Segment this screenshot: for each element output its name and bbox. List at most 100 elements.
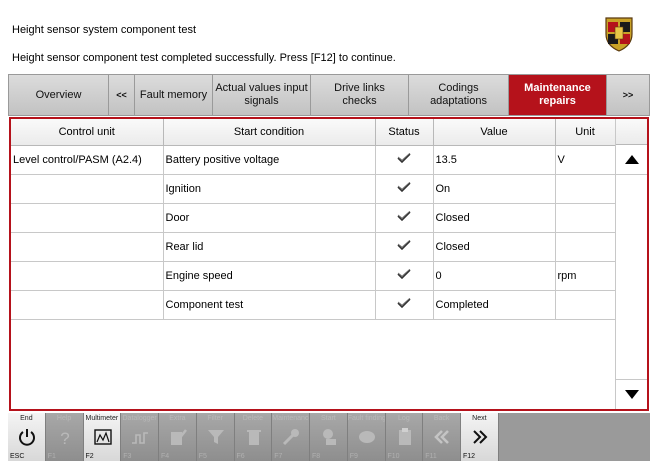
multimeter-icon bbox=[93, 427, 113, 447]
porsche-crest-logo bbox=[605, 17, 633, 52]
cell-control-unit: Level control/PASM (A2.4) bbox=[11, 145, 164, 175]
cell-status bbox=[375, 232, 434, 262]
fkey-shortcut: F1 bbox=[47, 453, 56, 460]
table-row[interactable]: Engine speed 0 rpm bbox=[11, 261, 616, 291]
tab-scroll-right[interactable]: >> bbox=[607, 75, 649, 115]
fkey-shortcut: F10 bbox=[387, 453, 400, 460]
clipboard-icon bbox=[395, 427, 415, 447]
fkey-f8: Start F8 bbox=[310, 413, 348, 461]
column-header-value: Value bbox=[433, 119, 556, 146]
cell-status bbox=[375, 290, 434, 320]
back-icon bbox=[432, 427, 452, 447]
table-row[interactable]: Door Closed bbox=[11, 203, 616, 233]
fkey-label: Maintenance bbox=[272, 415, 310, 422]
checkmark-icon bbox=[397, 211, 411, 221]
navigation-tabs: Overview << Fault memory Actual values i… bbox=[8, 74, 650, 116]
fkey-shortcut: F5 bbox=[198, 453, 207, 460]
fkey-f2[interactable]: Multimeter F2 bbox=[83, 413, 122, 461]
cell-status bbox=[375, 145, 434, 175]
tab-actual-values[interactable]: Actual values input signals bbox=[213, 75, 311, 115]
column-header-control-unit: Control unit bbox=[11, 119, 164, 146]
fkey-f4: Extra F4 bbox=[159, 413, 197, 461]
status-message: Height sensor component test completed s… bbox=[12, 52, 396, 64]
fkey-label: Filter bbox=[207, 415, 223, 422]
fkey-f5: Filter F5 bbox=[196, 413, 235, 461]
cell-start-condition: Rear lid bbox=[163, 232, 376, 262]
results-panel: Control unit Start condition Status Valu… bbox=[9, 117, 649, 411]
checkmark-icon bbox=[397, 240, 411, 250]
checkmark-icon bbox=[397, 182, 411, 192]
table-row[interactable]: Component test Completed bbox=[11, 290, 616, 320]
fkey-label: Datalogger bbox=[122, 415, 157, 422]
cell-start-condition: Ignition bbox=[163, 174, 376, 204]
fkey-label: Help bbox=[56, 415, 72, 422]
notepad-icon bbox=[168, 427, 188, 447]
tab-overview[interactable]: Overview bbox=[9, 75, 109, 115]
vertical-scrollbar[interactable] bbox=[615, 119, 647, 409]
svg-text:?: ? bbox=[60, 429, 69, 447]
function-key-bar: End ESC Help? F1 Multimeter F2 Datalogger F3 Ext… bbox=[8, 413, 650, 461]
cell-value: Closed bbox=[433, 203, 556, 233]
checkmark-icon bbox=[397, 269, 411, 279]
tab-scroll-left[interactable]: << bbox=[109, 75, 135, 115]
wrench-icon bbox=[281, 427, 301, 447]
scroll-down-button[interactable] bbox=[616, 379, 647, 409]
fkey-label: Fault finding bbox=[347, 415, 386, 422]
tab-maintenance[interactable]: Maintenance repairs bbox=[509, 75, 607, 115]
fault-finding-icon bbox=[357, 427, 377, 447]
checkmark-icon bbox=[397, 298, 411, 308]
fkey-f12[interactable]: Next F12 bbox=[461, 413, 499, 461]
fkey-label: Next bbox=[472, 415, 487, 422]
page-title: Height sensor system component test bbox=[12, 24, 197, 36]
cell-start-condition: Component test bbox=[163, 290, 376, 320]
fkey-shortcut: F2 bbox=[85, 453, 94, 460]
cell-control-unit bbox=[11, 261, 164, 291]
tab-drive-links[interactable]: Drive links checks bbox=[311, 75, 409, 115]
fkey-f7: Maintenance F7 bbox=[272, 413, 310, 461]
fkey-f1: Help? F1 bbox=[45, 413, 84, 461]
cell-unit: V bbox=[555, 145, 616, 175]
cell-value: Closed bbox=[433, 232, 556, 262]
cell-control-unit bbox=[11, 232, 164, 262]
column-header-status: Status bbox=[375, 119, 434, 146]
cell-control-unit bbox=[11, 290, 164, 320]
cell-control-unit bbox=[11, 203, 164, 233]
cell-value: 0 bbox=[433, 261, 556, 291]
next-icon bbox=[470, 427, 490, 447]
filter-icon bbox=[206, 427, 226, 447]
fkey-shortcut: ESC bbox=[10, 453, 25, 460]
fkey-f3: Datalogger F3 bbox=[121, 413, 159, 461]
fkey-label: Extra bbox=[169, 415, 186, 422]
fkey-esc[interactable]: End ESC bbox=[8, 413, 46, 461]
fkey-shortcut: F12 bbox=[463, 453, 476, 460]
fkey-f9: Fault finding F9 bbox=[347, 413, 386, 461]
fkey-shortcut: F9 bbox=[349, 453, 358, 460]
cell-value: On bbox=[433, 174, 556, 204]
triangle-up-icon bbox=[624, 155, 639, 164]
cell-value: 13.5 bbox=[433, 145, 556, 175]
scroll-up-button[interactable] bbox=[616, 145, 647, 175]
results-table: Control unit Start condition Status Valu… bbox=[11, 119, 616, 320]
fkey-label: Delete bbox=[242, 415, 263, 422]
tab-fault-memory[interactable]: Fault memory bbox=[135, 75, 213, 115]
cell-start-condition: Door bbox=[163, 203, 376, 233]
table-row[interactable]: Ignition On bbox=[11, 174, 616, 204]
help-icon: ? bbox=[55, 427, 75, 448]
cell-unit bbox=[555, 232, 616, 262]
fkey-shortcut: F11 bbox=[425, 453, 437, 460]
table-row[interactable]: Level control/PASM (A2.4) Battery positiv… bbox=[11, 145, 616, 175]
column-header-unit: Unit bbox=[555, 119, 616, 146]
fkey-shortcut: F4 bbox=[161, 453, 170, 460]
oscilloscope-icon bbox=[130, 427, 150, 447]
table-row[interactable]: Rear lid Closed bbox=[11, 232, 616, 262]
fkey-label: Start bbox=[320, 415, 336, 422]
cell-unit: rpm bbox=[555, 261, 616, 291]
fkey-shortcut: F7 bbox=[274, 453, 283, 460]
trash-icon bbox=[244, 427, 264, 447]
cell-unit bbox=[555, 290, 616, 320]
checkmark-icon bbox=[397, 153, 411, 163]
cell-unit bbox=[555, 203, 616, 233]
cell-status bbox=[375, 261, 434, 291]
tab-codings[interactable]: Codings adaptations bbox=[409, 75, 509, 115]
start-icon bbox=[319, 427, 339, 447]
